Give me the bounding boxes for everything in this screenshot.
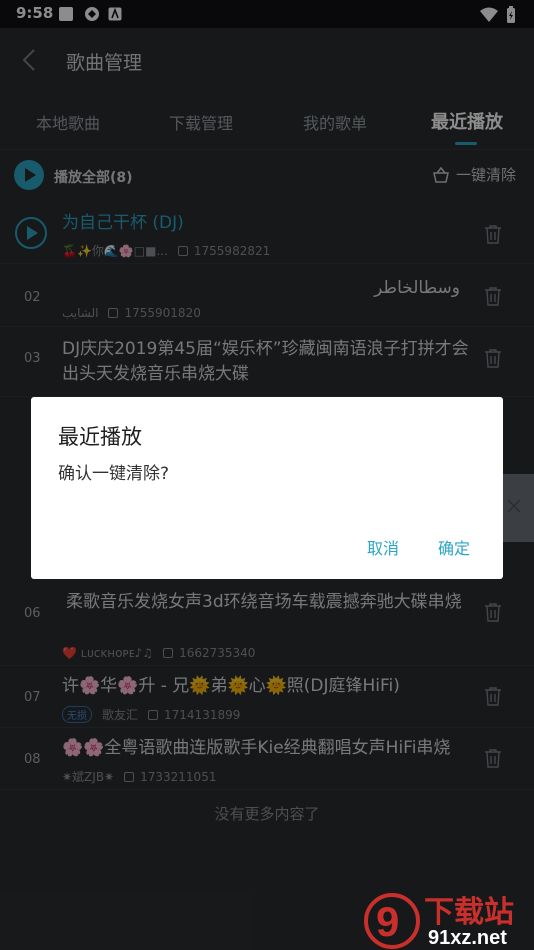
site-watermark-logo: 9 下载站 91xz.net bbox=[364, 893, 514, 949]
watermark-text: 下载站 bbox=[424, 895, 514, 930]
close-icon[interactable] bbox=[506, 498, 522, 514]
cancel-button[interactable]: 取消 bbox=[367, 535, 399, 559]
confirm-button[interactable]: 确定 bbox=[438, 535, 470, 559]
screen: 9:58 歌曲管理 本地歌曲 下载管理 我的歌单 最近播放 播放全部(8) 一键… bbox=[0, 0, 534, 950]
svg-text:9: 9 bbox=[376, 898, 399, 945]
confirm-dialog: 最近播放 确认一键清除? 取消 确定 bbox=[31, 397, 503, 579]
watermark-url: 91xz.net bbox=[428, 927, 507, 949]
dialog-message: 确认一键清除? bbox=[58, 464, 170, 484]
dialog-title: 最近播放 bbox=[58, 425, 142, 449]
